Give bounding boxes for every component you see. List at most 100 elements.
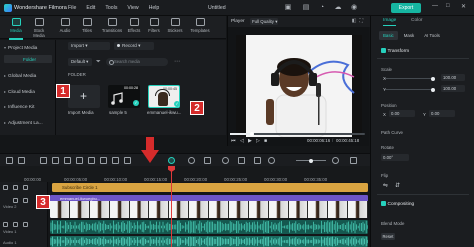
lock-icon[interactable] — [13, 222, 18, 227]
export-button[interactable]: Export — [391, 3, 421, 13]
shield-icon[interactable] — [204, 157, 211, 164]
ai-assistant-icon[interactable] — [168, 157, 175, 164]
sidebar-item-cloud-media[interactable]: ▸ Cloud Media — [4, 89, 35, 95]
tab-audio[interactable]: Audio — [55, 18, 75, 33]
media-thumb-sample5[interactable]: 00:00:28 ✓ — [108, 85, 140, 108]
scrubber-handle[interactable] — [249, 131, 255, 136]
compositing-section[interactable]: Compositing — [381, 201, 414, 207]
speaker-icon[interactable] — [23, 222, 28, 227]
play-icon[interactable]: ▶ — [248, 138, 252, 144]
mic-icon[interactable] — [254, 157, 261, 164]
search-input[interactable]: Search media — [106, 58, 168, 66]
media-thumb-emmanuel[interactable]: 00:00:45 ✓ — [148, 85, 180, 108]
sidebar-item-project-media[interactable]: ▾ Project Media — [4, 45, 37, 51]
stop-icon[interactable]: ■ — [264, 138, 267, 144]
player-header-icons[interactable]: ◧⛶ — [352, 18, 366, 24]
layout-grid-icon[interactable] — [350, 157, 357, 164]
menu-edit[interactable]: Edit — [86, 5, 95, 11]
text-icon[interactable] — [100, 157, 107, 164]
scale-y-handle[interactable] — [431, 87, 435, 92]
marker-icon[interactable] — [188, 157, 195, 164]
video-preview[interactable] — [236, 35, 362, 137]
position-y-input[interactable]: 0.00 — [429, 110, 455, 117]
tab-color[interactable]: Color — [411, 18, 422, 23]
tab-templates[interactable]: Templates — [187, 18, 213, 33]
video-clip[interactable]: emmanuel-ikwuegbu... — [50, 195, 368, 218]
sidebar-item-influence-kit[interactable]: ▸ Influence Kit — [4, 104, 34, 110]
maximize-icon[interactable]: □ — [446, 3, 450, 9]
prev-frame-icon[interactable]: ⏮ — [231, 138, 236, 144]
subtab-mask[interactable]: Mask — [400, 31, 419, 40]
delete-icon[interactable] — [64, 157, 71, 164]
reset-button[interactable]: Reset — [381, 233, 395, 240]
undo-icon[interactable] — [40, 157, 47, 164]
sidebar-item-folder[interactable]: Folder — [4, 55, 52, 63]
sidebar-item-global-media[interactable]: ▸ Global Media — [4, 73, 36, 79]
redo-icon[interactable] — [52, 157, 59, 164]
grid-icon[interactable] — [6, 157, 13, 164]
audio-icon[interactable] — [112, 157, 119, 164]
zoom-in-icon[interactable] — [332, 157, 339, 164]
menu-file[interactable]: File — [68, 5, 76, 11]
snapshot-icon[interactable] — [238, 157, 245, 164]
subtab-ai-tools[interactable]: AI Tools — [420, 31, 444, 40]
timeline-ruler[interactable]: 00:00:00 00:00:05:00 00:00:10:00 00:00:1… — [0, 166, 370, 182]
crop-icon[interactable] — [88, 157, 95, 164]
transform-section[interactable]: Transform — [381, 48, 409, 54]
tab-transitions[interactable]: Transitions — [99, 18, 125, 33]
tab-media[interactable]: Media — [6, 18, 26, 40]
menu-view[interactable]: View — [127, 5, 138, 11]
tab-image[interactable]: Image — [383, 18, 397, 26]
title-clip[interactable]: Subscribe Circle 1 — [52, 183, 368, 192]
account-icon[interactable]: ◉ — [350, 4, 358, 12]
record-dropdown[interactable]: Record ▾ — [114, 42, 154, 50]
filter-icon[interactable]: ⏷ — [96, 58, 104, 66]
audio-clip[interactable] — [50, 220, 368, 234]
zoom-out-icon[interactable] — [268, 157, 275, 164]
eye-icon[interactable] — [23, 185, 28, 190]
tab-titles[interactable]: Titles — [77, 18, 97, 33]
quality-dropdown[interactable]: Full Quality ▾ — [250, 18, 278, 25]
tab-effects[interactable]: Effects — [124, 18, 144, 33]
subtab-basic[interactable]: Basic — [379, 31, 398, 40]
rewind-icon[interactable]: ◁ — [240, 138, 244, 144]
checkbox-icon[interactable] — [381, 48, 386, 53]
audio-clip-2[interactable] — [50, 236, 368, 247]
checkbox-icon[interactable] — [381, 201, 386, 206]
tab-filters[interactable]: Filters — [144, 18, 164, 33]
scale-y-input[interactable]: 100.00 — [441, 85, 465, 92]
lock-icon[interactable] — [13, 198, 18, 203]
lock-icon[interactable] — [13, 185, 18, 190]
eye-icon[interactable] — [23, 198, 28, 203]
split-icon[interactable] — [76, 157, 83, 164]
zoom-handle[interactable] — [309, 158, 313, 163]
scale-y-slider[interactable] — [385, 89, 433, 91]
sort-dropdown[interactable]: Default ▾ — [68, 58, 92, 66]
import-dropdown[interactable]: Import ▾ — [68, 42, 110, 50]
rotate-input[interactable]: 0.00° — [381, 154, 409, 161]
scale-x-slider[interactable] — [385, 78, 433, 80]
import-media-tile[interactable]: + — [68, 85, 100, 108]
flip-horizontal-icon[interactable]: ⇋ — [383, 182, 388, 189]
playhead[interactable] — [171, 166, 172, 247]
minimize-icon[interactable]: — — [432, 3, 438, 9]
menu-tools[interactable]: Tools — [105, 5, 117, 11]
record-voice-icon[interactable] — [222, 157, 229, 164]
bell-icon[interactable]: ◔ — [318, 4, 326, 12]
sidebar-item-adjustment-layer[interactable]: ▸ Adjustment La... — [4, 120, 43, 126]
gift-icon[interactable]: ▣ — [284, 4, 292, 12]
cloud-icon[interactable]: ☁ — [334, 4, 342, 12]
select-icon[interactable] — [18, 157, 25, 164]
close-icon[interactable]: ✕ — [461, 3, 466, 10]
scale-x-handle[interactable] — [431, 76, 435, 81]
position-x-input[interactable]: 0.00 — [389, 110, 415, 117]
scale-x-input[interactable]: 100.00 — [441, 74, 465, 81]
tab-stickers[interactable]: Stickers — [165, 18, 185, 33]
speed-icon[interactable] — [124, 157, 131, 164]
tab-stock-media[interactable]: Stock Media — [29, 18, 49, 38]
player-scrubber[interactable]: ⏮ ◁ ▶ ▷ ■ 00:00:06:16 / 00:00:45:18 — [227, 130, 369, 146]
menu-help[interactable]: Help — [149, 5, 160, 11]
layout-icon[interactable]: ▤ — [302, 4, 310, 12]
more-icon[interactable]: ⋯ — [174, 58, 180, 65]
flip-vertical-icon[interactable]: ⇵ — [395, 182, 400, 189]
